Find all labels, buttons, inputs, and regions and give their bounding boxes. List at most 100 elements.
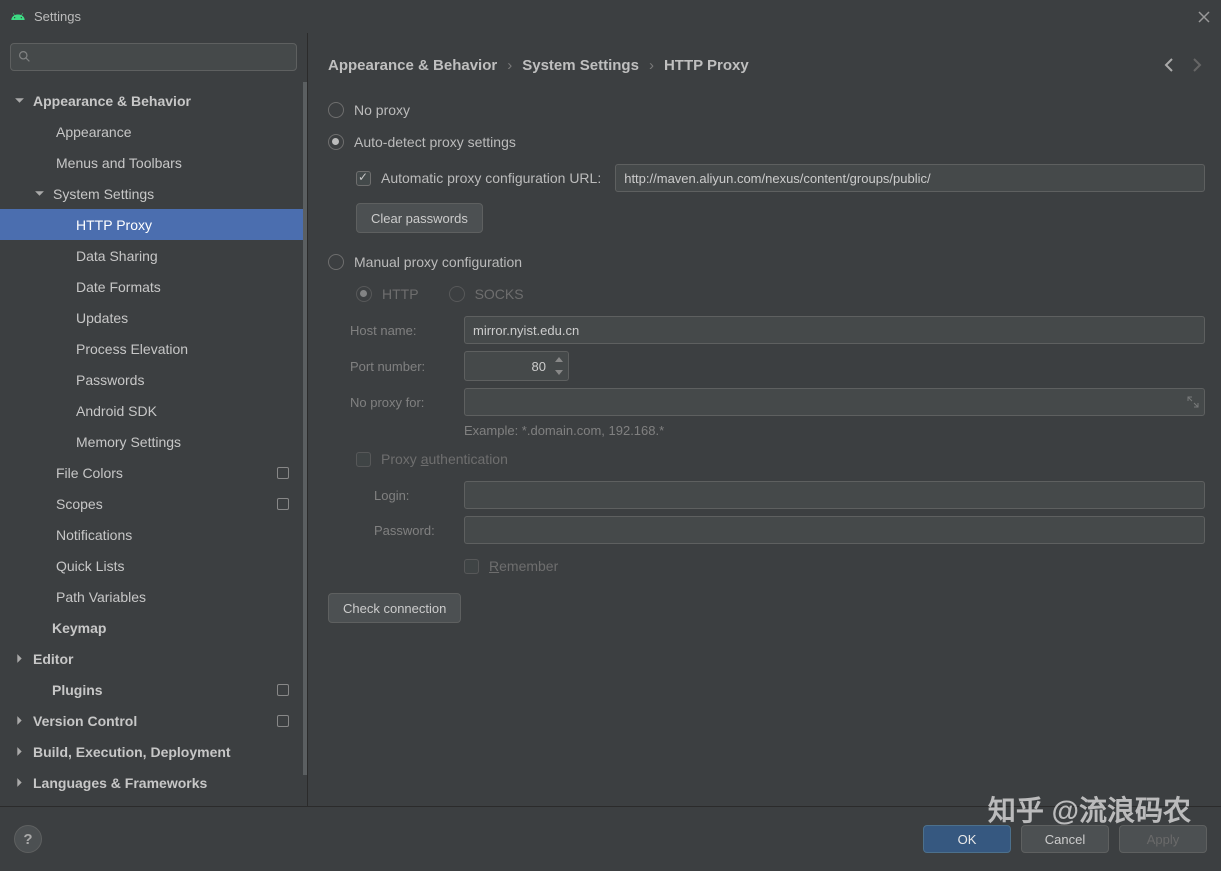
tree-item-quick-lists[interactable]: Quick Lists	[0, 550, 307, 581]
sidebar-scrollbar[interactable]	[303, 82, 307, 775]
auto-url-label: Automatic proxy configuration URL:	[381, 170, 601, 186]
noproxy-example: Example: *.domain.com, 192.168.*	[464, 423, 1205, 438]
tree-item-label: Updates	[76, 310, 307, 326]
tree-item-label: Quick Lists	[56, 558, 307, 574]
tree-item-label: Android SDK	[76, 403, 307, 419]
project-badge-icon	[277, 467, 289, 479]
android-icon	[10, 9, 26, 25]
manual-proxy-label: Manual proxy configuration	[354, 254, 522, 270]
socks-label: SOCKS	[475, 286, 524, 302]
no-proxy-label: No proxy	[354, 102, 410, 118]
breadcrumb-a[interactable]: Appearance & Behavior	[328, 57, 497, 74]
expand-icon[interactable]	[1187, 396, 1199, 408]
socks-radio[interactable]: SOCKS	[449, 286, 524, 302]
help-button[interactable]: ?	[14, 825, 42, 853]
tree-item-build-execution-deployment[interactable]: Build, Execution, Deployment	[0, 736, 307, 767]
search-input[interactable]	[10, 43, 297, 71]
tree-item-appearance-behavior[interactable]: Appearance & Behavior	[0, 85, 307, 116]
tree-item-label: System Settings	[53, 186, 307, 202]
radio-icon	[328, 254, 344, 270]
tree-item-path-variables[interactable]: Path Variables	[0, 581, 307, 612]
tree-item-system-settings[interactable]: System Settings	[0, 178, 307, 209]
tree-item-label: Data Sharing	[76, 248, 307, 264]
auto-url-input[interactable]	[615, 164, 1205, 192]
tree-item-editor[interactable]: Editor	[0, 643, 307, 674]
radio-icon	[449, 286, 465, 302]
breadcrumb-b[interactable]: System Settings	[522, 57, 639, 74]
tree-item-menus-and-toolbars[interactable]: Menus and Toolbars	[0, 147, 307, 178]
tree-item-label: File Colors	[56, 465, 277, 481]
tree-item-label: Plugins	[52, 682, 277, 698]
chevron-right-icon	[14, 653, 25, 664]
titlebar: Settings	[0, 0, 1221, 33]
breadcrumb-c: HTTP Proxy	[664, 57, 749, 74]
http-radio[interactable]: HTTP	[356, 286, 419, 302]
chevron-down-icon	[34, 188, 45, 199]
nav-back-icon[interactable]	[1161, 56, 1179, 74]
breadcrumb-sep: ›	[507, 57, 512, 74]
tree-item-notifications[interactable]: Notifications	[0, 519, 307, 550]
remember-row[interactable]: Remember	[464, 551, 1205, 581]
password-row: Password:	[374, 516, 1205, 544]
tree-item-label: HTTP Proxy	[76, 217, 307, 233]
clear-passwords-button[interactable]: Clear passwords	[356, 203, 483, 233]
check-connection-button[interactable]: Check connection	[328, 593, 461, 623]
tree-item-label: Languages & Frameworks	[33, 775, 307, 791]
tree-item-label: Notifications	[56, 527, 307, 543]
ok-button[interactable]: OK	[923, 825, 1011, 853]
tree-item-date-formats[interactable]: Date Formats	[0, 271, 307, 302]
proxy-auth-row[interactable]: Proxy authentication	[356, 444, 1205, 474]
tree-item-memory-settings[interactable]: Memory Settings	[0, 426, 307, 457]
cancel-button[interactable]: Cancel	[1021, 825, 1109, 853]
auto-url-checkbox[interactable]	[356, 171, 371, 186]
spin-up-icon[interactable]	[551, 353, 567, 366]
tree-item-file-colors[interactable]: File Colors	[0, 457, 307, 488]
noproxy-label: No proxy for:	[350, 395, 444, 410]
tree-item-appearance[interactable]: Appearance	[0, 116, 307, 147]
login-input[interactable]	[464, 481, 1205, 509]
tree-item-label: Memory Settings	[76, 434, 307, 450]
tree-item-label: Process Elevation	[76, 341, 307, 357]
host-input[interactable]	[464, 316, 1205, 344]
proxy-auth-checkbox	[356, 452, 371, 467]
project-badge-icon	[277, 715, 289, 727]
noproxy-input[interactable]	[464, 388, 1205, 416]
manual-proxy-radio[interactable]: Manual proxy configuration	[328, 247, 1205, 277]
close-icon[interactable]	[1197, 10, 1211, 24]
dialog-footer: ? OK Cancel Apply	[0, 806, 1221, 871]
tree-item-plugins[interactable]: Plugins	[0, 674, 307, 705]
host-row: Host name:	[350, 316, 1205, 344]
tree-item-android-sdk[interactable]: Android SDK	[0, 395, 307, 426]
radio-icon	[328, 102, 344, 118]
breadcrumb-sep: ›	[649, 57, 654, 74]
nav-forward-icon[interactable]	[1187, 56, 1205, 74]
auto-detect-radio[interactable]: Auto-detect proxy settings	[328, 127, 1205, 157]
tree-item-passwords[interactable]: Passwords	[0, 364, 307, 395]
window-title: Settings	[34, 9, 1197, 24]
password-input[interactable]	[464, 516, 1205, 544]
no-proxy-radio[interactable]: No proxy	[328, 95, 1205, 125]
tree-item-process-elevation[interactable]: Process Elevation	[0, 333, 307, 364]
tree-item-http-proxy[interactable]: HTTP Proxy	[0, 209, 307, 240]
apply-button[interactable]: Apply	[1119, 825, 1207, 853]
tree-item-scopes[interactable]: Scopes	[0, 488, 307, 519]
tree-item-keymap[interactable]: Keymap	[0, 612, 307, 643]
tree-item-updates[interactable]: Updates	[0, 302, 307, 333]
sidebar: Appearance & BehaviorAppearance Menus and…	[0, 33, 308, 806]
port-spinner[interactable]	[551, 353, 567, 379]
spin-down-icon[interactable]	[551, 366, 567, 379]
radio-icon	[356, 286, 372, 302]
password-label: Password:	[374, 523, 444, 538]
main-panel: Appearance & Behavior › System Settings …	[308, 33, 1221, 806]
port-label: Port number:	[350, 359, 444, 374]
tree-item-data-sharing[interactable]: Data Sharing	[0, 240, 307, 271]
protocol-row: HTTP SOCKS	[356, 279, 1205, 309]
tree-item-label: Menus and Toolbars	[56, 155, 307, 171]
chevron-right-icon	[14, 715, 25, 726]
tree-item-label: Build, Execution, Deployment	[33, 744, 307, 760]
tree-item-version-control[interactable]: Version Control	[0, 705, 307, 736]
port-row: Port number:	[350, 351, 1205, 381]
proxy-auth-label: Proxy authentication	[381, 451, 508, 467]
tree-item-languages-frameworks[interactable]: Languages & Frameworks	[0, 767, 307, 798]
tree-item-label: Editor	[33, 651, 307, 667]
